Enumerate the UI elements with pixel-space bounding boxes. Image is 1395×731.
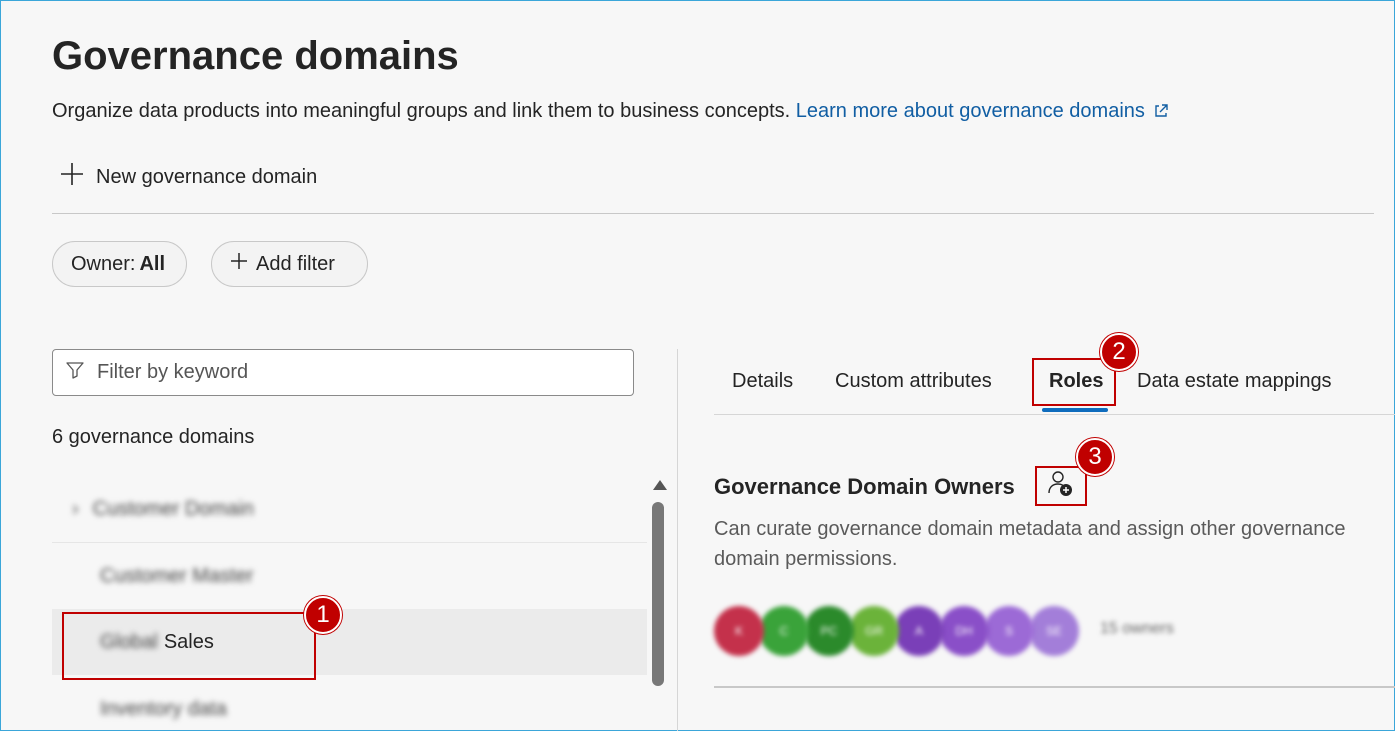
owner-avatar[interactable]: DH	[939, 606, 989, 656]
role-description: Can curate governance domain metadata an…	[714, 518, 1346, 570]
active-tab-indicator	[1042, 408, 1108, 412]
plus-icon	[60, 162, 84, 192]
owner-filter-value: All	[139, 252, 166, 275]
new-domain-label: New governance domain	[96, 165, 318, 188]
role-title: Governance Domain Owners	[714, 474, 1015, 499]
owner-filter-label: Owner:	[71, 252, 136, 275]
list-item-inventory-data[interactable]: Inventory data	[52, 676, 647, 731]
learn-more-label: Learn more about governance domains	[795, 100, 1145, 122]
list-item-customer-domain[interactable]: › Customer Domain	[52, 476, 647, 542]
owner-avatars[interactable]: K C PC GR A DH S SE	[714, 606, 1114, 656]
subtitle-text: Organize data products into meaningful g…	[52, 100, 791, 122]
list-item-customer-master[interactable]: Customer Master	[52, 543, 647, 609]
owner-avatar[interactable]: S	[984, 606, 1034, 656]
owner-avatar[interactable]: C	[759, 606, 809, 656]
page-title: Governance domains	[52, 34, 459, 78]
callout-2-highlight	[1032, 358, 1116, 406]
domain-list: › Customer Domain Customer Master Global…	[52, 476, 647, 731]
chevron-right-icon: ›	[72, 497, 79, 520]
callout-2-badge: 2	[1100, 333, 1138, 371]
list-scrollbar[interactable]	[650, 480, 667, 731]
owner-avatar[interactable]: A	[894, 606, 944, 656]
owner-avatar[interactable]: K	[714, 606, 764, 656]
domain-count: 6 governance domains	[52, 426, 255, 448]
owner-avatar[interactable]: SE	[1029, 606, 1079, 656]
owner-filter-pill[interactable]: Owner: All	[52, 241, 187, 287]
owner-avatar[interactable]: GR	[849, 606, 899, 656]
owner-avatar[interactable]: PC	[804, 606, 854, 656]
plus-icon	[230, 252, 248, 276]
callout-3-highlight	[1035, 466, 1087, 506]
filter-funnel-icon	[65, 360, 85, 385]
list-item-label: Customer Master	[100, 564, 254, 587]
filter-keyword-field[interactable]	[52, 349, 634, 396]
owners-count: 15 owners	[1100, 620, 1174, 637]
tab-custom-attributes[interactable]: Custom attributes	[835, 370, 992, 393]
add-filter-button[interactable]: Add filter	[211, 241, 368, 287]
section-divider	[714, 686, 1395, 688]
learn-more-link[interactable]: Learn more about governance domains	[796, 100, 1169, 122]
header-divider	[52, 213, 1374, 214]
filter-keyword-input[interactable]	[95, 360, 599, 385]
panel-divider	[677, 349, 678, 731]
list-item-label: Inventory data	[100, 697, 227, 720]
callout-3-badge: 3	[1076, 438, 1114, 476]
page-subtitle: Organize data products into meaningful g…	[52, 100, 1169, 125]
new-governance-domain-button[interactable]: New governance domain	[60, 162, 317, 192]
tab-details[interactable]: Details	[732, 370, 793, 393]
scrollbar-thumb[interactable]	[652, 502, 664, 686]
add-filter-label: Add filter	[256, 252, 335, 275]
scroll-up-arrow-icon[interactable]	[653, 480, 667, 490]
callout-1-badge: 1	[304, 596, 342, 634]
callout-1-highlight	[62, 612, 316, 680]
external-link-icon	[1153, 102, 1169, 125]
tab-data-estate-mappings[interactable]: Data estate mappings	[1137, 370, 1332, 393]
list-item-label: Customer Domain	[92, 497, 254, 520]
